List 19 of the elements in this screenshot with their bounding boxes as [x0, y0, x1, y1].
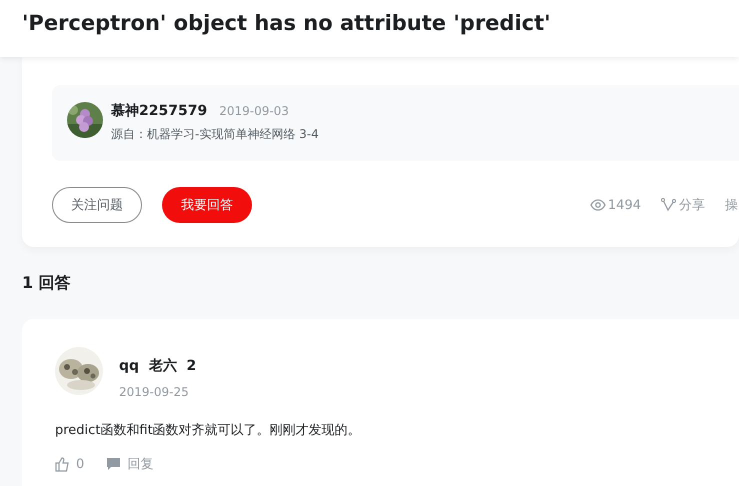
answer-text: predict函数和fit函数对齐就可以了。刚刚才发现的。 [55, 422, 362, 439]
view-count: 1494 [608, 198, 641, 212]
author-name[interactable]: 慕神2257579 [111, 102, 208, 120]
answerer-name[interactable]: qq 老六 2 [119, 357, 196, 375]
page-title: 'Perceptron' object has no attribute 'predict' [21, 10, 552, 37]
share-link[interactable]: 分享 [679, 196, 705, 214]
answer-date: 2019-09-25 [119, 385, 190, 399]
eye-icon [590, 199, 606, 211]
source-text: 源自：机器学习-实现简单神经网络 3-4 [111, 126, 319, 143]
more-link[interactable]: 操 [725, 196, 738, 214]
comment-icon[interactable] [106, 457, 122, 471]
answers-heading: 1 回答 [21, 272, 72, 293]
post-date: 2019-09-03 [219, 104, 289, 118]
follow-button[interactable]: 关注问题 [52, 187, 142, 223]
share-icon [661, 198, 677, 212]
answer-button[interactable]: 我要回答 [162, 187, 252, 223]
reply-link[interactable]: 回复 [127, 455, 154, 473]
like-count: 0 [76, 456, 84, 472]
thumbs-up-icon[interactable] [55, 456, 70, 472]
